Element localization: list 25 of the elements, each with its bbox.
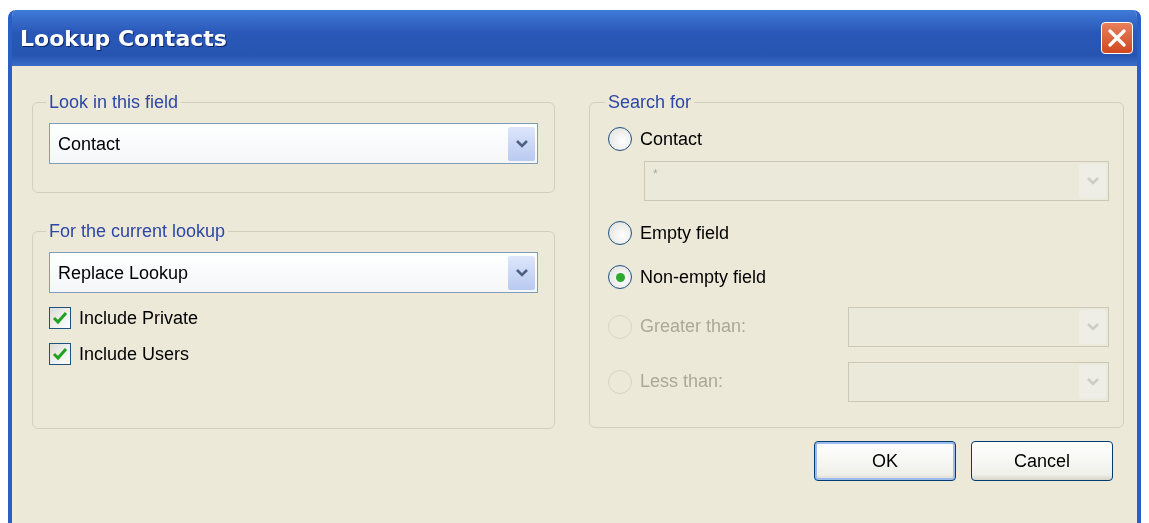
radio-button[interactable] [608, 127, 632, 151]
close-button[interactable] [1101, 22, 1133, 54]
dropdown-field[interactable]: Replace Lookup [49, 252, 538, 293]
close-icon [1108, 29, 1126, 47]
checkbox[interactable] [49, 307, 71, 329]
dropdown-value: * [653, 168, 658, 180]
group-legend: Search for [605, 92, 695, 113]
checkbox-label: Include Users [79, 343, 190, 365]
checkbox-label: Include Private [79, 307, 199, 329]
group-legend: Look in this field [46, 92, 182, 113]
radio-label: Less than: [640, 371, 724, 392]
group-legend: For the current lookup [46, 221, 229, 242]
radio-button[interactable] [608, 221, 632, 245]
radio-label: Greater than: [640, 316, 747, 337]
cancel-button[interactable]: Cancel [971, 441, 1113, 481]
dropdown-value: Replace Lookup [58, 263, 189, 282]
window-title: Lookup Contacts [20, 25, 227, 51]
radio-label: Non-empty field [640, 266, 767, 288]
dropdown-field[interactable]: Contact [49, 123, 538, 164]
checkbox[interactable] [49, 343, 71, 365]
ok-button[interactable]: OK [814, 441, 956, 481]
dropdown-value: Contact [58, 134, 121, 153]
radio-button[interactable] [608, 265, 632, 289]
radio-label: Empty field [640, 222, 730, 244]
radio-label: Contact [640, 128, 703, 150]
